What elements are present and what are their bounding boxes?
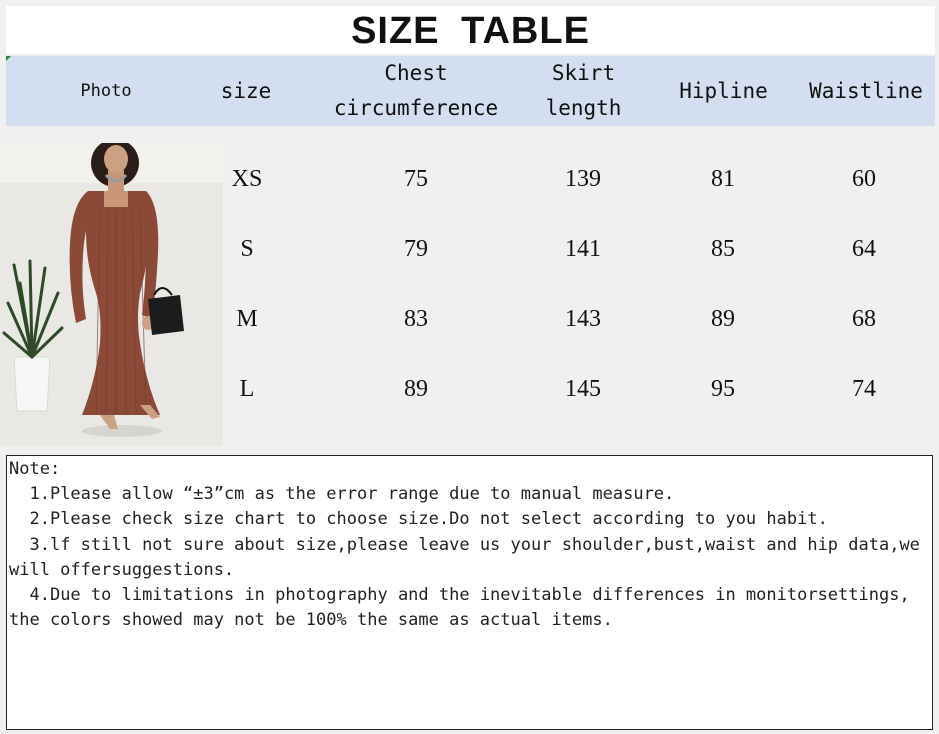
cell-chest: 79	[404, 235, 428, 262]
cell-hipline: 95	[711, 375, 735, 402]
header-photo: Photo	[80, 80, 132, 101]
note-box: Note: 1.Please allow “±3”cm as the error…	[6, 455, 933, 730]
note-item-1: 1.Please allow “±3”cm as the error range…	[9, 484, 675, 505]
cell-chest: 89	[404, 375, 428, 402]
cell-chest: 75	[404, 165, 428, 192]
cell-hipline: 85	[711, 235, 735, 262]
cell-size: M	[236, 305, 258, 332]
header-chest: Chest circumference	[333, 61, 499, 120]
note-label: Note:	[9, 459, 61, 479]
page-title: SIZE TABLE	[351, 10, 590, 52]
cell-size: L	[239, 375, 255, 402]
table-row: S 79 141 85 64	[0, 214, 939, 284]
cell-chest: 83	[404, 305, 428, 332]
cell-hipline: 81	[711, 165, 735, 192]
cell-waistline: 60	[852, 165, 876, 192]
header-waistline: Waistline	[809, 78, 923, 103]
note-item-4: 4.Due to limitations in photography and …	[9, 585, 920, 631]
cell-size: S	[240, 235, 254, 262]
cell-waistline: 64	[852, 235, 876, 262]
cell-skirt-length: 145	[565, 375, 601, 402]
cell-skirt-length: 139	[565, 165, 601, 192]
cell-skirt-length: 141	[565, 235, 601, 262]
cell-waistline: 74	[852, 375, 876, 402]
size-table-body: XS 75 139 81 60 S 79 141 85 64 M 83 143 …	[0, 144, 939, 444]
table-row: M 83 143 89 68	[0, 284, 939, 354]
header-size: size	[220, 78, 272, 103]
title-bar: SIZE TABLE	[6, 6, 935, 54]
cell-hipline: 89	[711, 305, 735, 332]
cell-skirt-length: 143	[565, 305, 601, 332]
table-row: XS 75 139 81 60	[0, 144, 939, 214]
cell-waistline: 68	[852, 305, 876, 332]
table-row: L 89 145 95 74	[0, 354, 939, 424]
note-item-2: 2.Please check size chart to choose size…	[9, 509, 828, 530]
corner-mark	[6, 56, 11, 61]
note-item-3: 3.lf still not sure about size,please le…	[9, 534, 931, 580]
cell-size: XS	[231, 165, 263, 192]
header-skirt-length: Skirt length	[545, 61, 622, 120]
header-hipline: Hipline	[679, 78, 768, 103]
table-header: Photo size Chest circumference Skirt len…	[6, 56, 935, 126]
